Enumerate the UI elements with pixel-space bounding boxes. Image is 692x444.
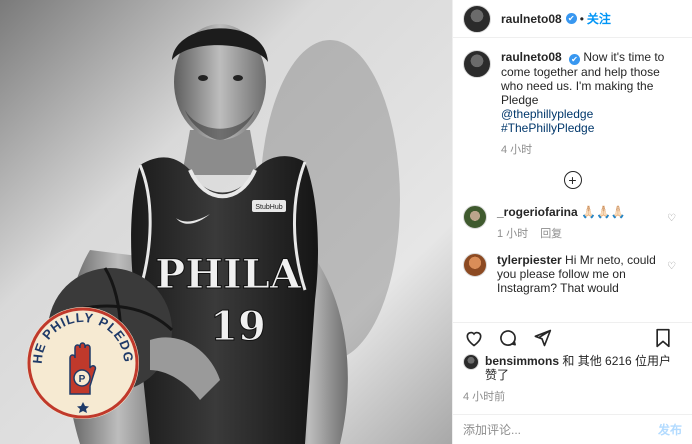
comments-section[interactable]: raulneto08 ✔ Now it's time to come toget… — [453, 38, 692, 322]
like-comment-icon[interactable]: ♡ — [667, 261, 676, 272]
comment-username[interactable]: tylerpiester — [497, 253, 562, 267]
caption-avatar[interactable] — [463, 50, 491, 78]
like-comment-icon[interactable]: ♡ — [667, 213, 676, 224]
likes-summary: bensimmons 和 其他 6216 位用户赞了 — [453, 352, 692, 382]
hashtag-link[interactable]: #ThePhillyPledge — [501, 121, 594, 135]
heart-icon[interactable] — [463, 327, 485, 349]
mention-link[interactable]: @thephillypledge — [501, 107, 593, 121]
comment-time[interactable]: 1 小时 — [497, 228, 528, 240]
badge-initial: P — [79, 374, 86, 385]
post-comment-button[interactable]: 发布 — [658, 421, 682, 438]
follow-button[interactable]: 关注 — [587, 10, 611, 27]
philly-pledge-logo: THE PHILLY PLEDGE P — [26, 306, 139, 419]
comment-icon[interactable] — [497, 327, 519, 349]
comment-username[interactable]: _rogeriofarina — [497, 205, 578, 219]
action-bar — [453, 322, 692, 352]
post-sidebar: raulneto08 ✔ • 关注 raulneto08 ✔ Now it's … — [452, 0, 692, 444]
add-comment-bar: 发布 — [453, 414, 692, 444]
comment-item: _rogeriofarina 🙏🏻🙏🏻🙏🏻 1 小时 回复 ♡ — [463, 205, 682, 241]
jersey-number: 19 — [210, 303, 266, 350]
share-icon[interactable] — [531, 327, 553, 349]
comment-item: tylerpiester Hi Mr neto, could you pleas… — [463, 253, 682, 295]
commenter-avatar[interactable] — [463, 205, 487, 229]
author-username[interactable]: raulneto08 — [501, 12, 562, 26]
post-header: raulneto08 ✔ • 关注 — [453, 0, 692, 38]
instagram-post: StubHub PHILA 19 THE PHILLY PLEDGE P — [0, 0, 692, 444]
verified-icon: ✔ — [569, 54, 581, 65]
liker-avatar[interactable] — [463, 354, 479, 370]
add-circle-icon[interactable]: + — [563, 171, 582, 189]
comment-text: 🙏🏻🙏🏻🙏🏻 — [581, 205, 626, 219]
bookmark-icon[interactable] — [652, 327, 674, 349]
jersey-wordmark: PHILA — [155, 251, 302, 298]
post-photo[interactable]: StubHub PHILA 19 THE PHILLY PLEDGE P — [0, 0, 452, 444]
commenter-avatar[interactable] — [463, 253, 487, 277]
reply-button[interactable]: 回复 — [540, 228, 562, 240]
comment-input[interactable] — [463, 422, 633, 437]
header-separator: • — [579, 11, 584, 26]
post-timestamp[interactable]: 4 小时前 — [453, 382, 692, 404]
caption-time[interactable]: 4 小时 — [501, 144, 532, 156]
caption-username[interactable]: raulneto08 — [501, 50, 562, 64]
caption: raulneto08 ✔ Now it's time to come toget… — [463, 50, 682, 157]
sponsor-patch-text: StubHub — [255, 204, 282, 211]
verified-icon: ✔ — [565, 13, 577, 24]
liker-username[interactable]: bensimmons — [485, 354, 559, 368]
author-avatar[interactable] — [463, 4, 491, 33]
